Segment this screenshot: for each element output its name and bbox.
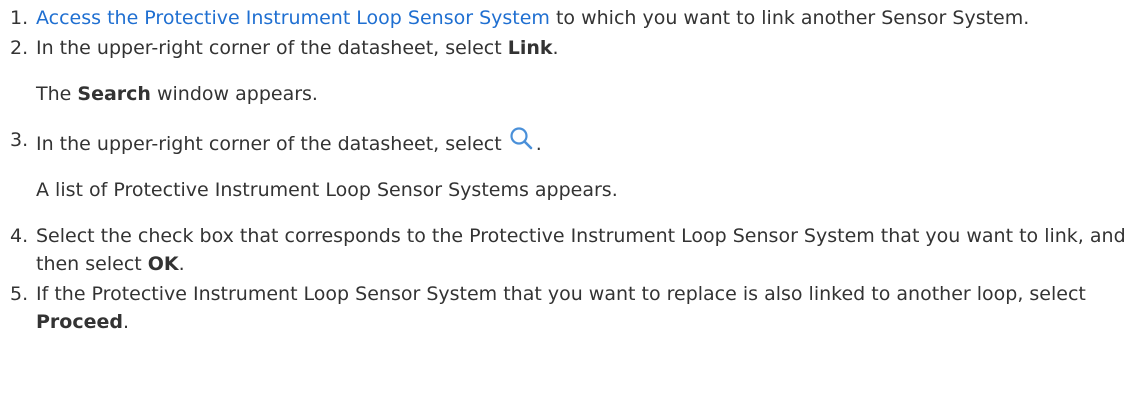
ok-command-label: OK [147,253,179,275]
step-number: 2. [10,37,29,59]
step-text: If the Protective Instrument Loop Sensor… [36,280,1126,336]
step-text: Select the check box that corresponds to… [36,222,1126,278]
result-pre: The [36,83,78,105]
step-text-pre: In the upper-right corner of the datashe… [36,133,508,155]
step-4: 4. Select the check box that corresponds… [0,222,1146,278]
link-command-label: Link [507,37,553,59]
access-sensor-system-link[interactable]: Access the Protective Instrument Loop Se… [36,7,550,29]
search-icon [508,126,536,152]
step-text-pre: If the Protective Instrument Loop Sensor… [36,283,1086,305]
proceed-command-label: Proceed [36,311,123,333]
step-number: 5. [10,283,29,305]
step-text-pre: Select the check box that corresponds to… [36,225,1126,275]
step-result: The Search window appears. [36,80,1126,108]
step-text-rest: to which you want to link another Sensor… [549,7,1030,29]
step-5: 5. If the Protective Instrument Loop Sen… [0,280,1146,336]
result-post: window appears. [150,83,318,105]
step-text-post: . [122,311,130,333]
step-1: 1. Access the Protective Instrument Loop… [0,4,1146,32]
step-number: 4. [10,225,29,247]
step-text: In the upper-right corner of the datashe… [36,34,1126,62]
step-2: 2. In the upper-right corner of the data… [0,34,1146,108]
step-number: 1. [10,7,29,29]
step-text-pre: In the upper-right corner of the datashe… [36,37,508,59]
step-text-post: . [535,133,542,155]
step-number: 3. [10,129,29,151]
step-text: Access the Protective Instrument Loop Se… [36,4,1126,32]
step-text-post: . [178,253,185,275]
step-text-post: . [552,37,559,59]
procedure-steps: 1. Access the Protective Instrument Loop… [0,0,1146,336]
step-3: 3. In the upper-right corner of the data… [0,126,1146,204]
step-result: A list of Protective Instrument Loop Sen… [36,179,618,201]
search-window-label: Search [77,83,151,105]
step-text: In the upper-right corner of the datashe… [36,126,1126,158]
